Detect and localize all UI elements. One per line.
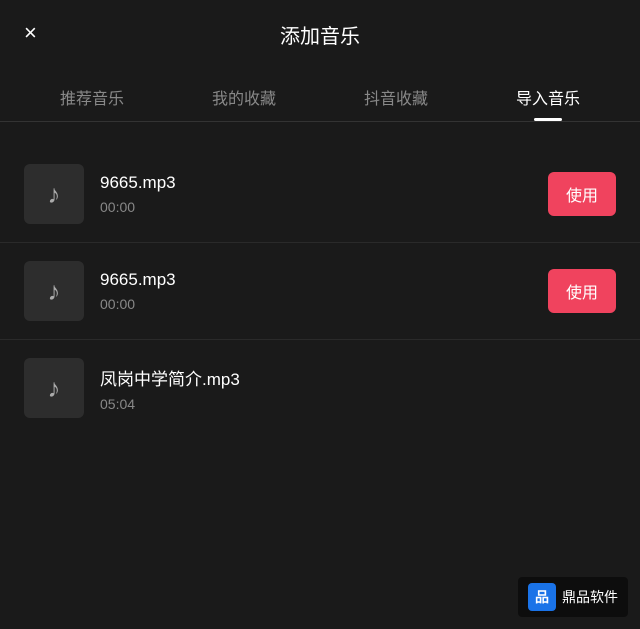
music-name: 9665.mp3 [100,270,532,290]
music-name: 9665.mp3 [100,173,532,193]
music-note-icon: ♪ [48,276,61,307]
music-list: ♪ 9665.mp3 00:00 使用 ♪ 9665.mp3 00:00 使用 … [0,138,640,444]
music-note-icon: ♪ [48,373,61,404]
music-info: 9665.mp3 00:00 [100,173,532,215]
use-button[interactable]: 使用 [548,172,616,216]
tab-recommended-music[interactable]: 推荐音乐 [48,77,136,121]
music-thumbnail: ♪ [24,358,84,418]
page-title: 添加音乐 [280,20,360,49]
watermark-text: 鼎品软件 [562,587,618,607]
use-button[interactable]: 使用 [548,269,616,313]
tab-bar: 推荐音乐 我的收藏 抖音收藏 导入音乐 [0,65,640,122]
music-thumbnail: ♪ [24,261,84,321]
tab-import-music[interactable]: 导入音乐 [504,77,592,121]
watermark: 品 鼎品软件 [518,577,628,617]
header: × 添加音乐 [0,0,640,65]
music-list-item: ♪ 9665.mp3 00:00 使用 [0,146,640,242]
watermark-icon: 品 [528,583,556,611]
music-duration: 05:04 [100,396,616,412]
music-list-item: ♪ 凤岗中学简介.mp3 05:04 [0,339,640,436]
music-info: 凤岗中学简介.mp3 05:04 [100,365,616,412]
music-list-item: ♪ 9665.mp3 00:00 使用 [0,242,640,339]
music-duration: 00:00 [100,199,532,215]
music-duration: 00:00 [100,296,532,312]
music-name: 凤岗中学简介.mp3 [100,365,616,390]
music-note-icon: ♪ [48,179,61,210]
music-thumbnail: ♪ [24,164,84,224]
tab-my-favorites[interactable]: 我的收藏 [200,77,288,121]
close-button[interactable]: × [24,22,37,44]
music-info: 9665.mp3 00:00 [100,270,532,312]
tab-douyin-favorites[interactable]: 抖音收藏 [352,77,440,121]
